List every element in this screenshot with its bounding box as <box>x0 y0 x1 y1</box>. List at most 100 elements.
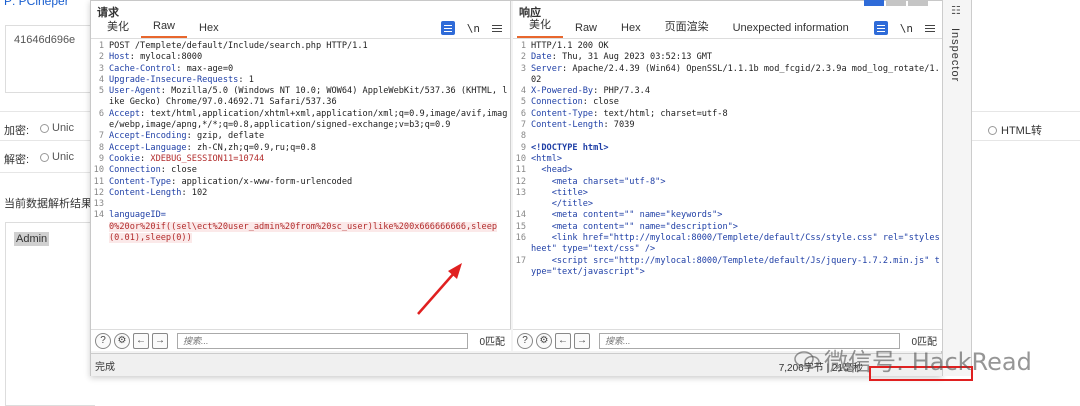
request-search-input[interactable] <box>177 332 469 349</box>
line-text: </title> <box>531 199 593 210</box>
wrap-lines-icon[interactable] <box>873 21 888 35</box>
hex-input[interactable]: 41646d696e <box>5 25 95 93</box>
html-radio[interactable]: HTML转 <box>988 122 1042 138</box>
header-value: text/html,application/xhtml+xml,applicat… <box>109 108 508 131</box>
code-line: 12 <meta charset="utf-8"> <box>513 177 943 188</box>
gear-icon[interactable]: ⚙ <box>536 332 552 349</box>
header-name: Upgrade-Insecure-Requests <box>109 74 239 85</box>
code-line: 8 Accept-Language: zh-CN,zh;q=0.9,ru;q=0.… <box>91 143 510 154</box>
line-text: <head> <box>531 165 572 176</box>
radio-icon <box>40 123 49 133</box>
code-line: 7 Content-Length: 7039 <box>513 120 943 131</box>
code-line: 17 <script src="http://mylocal:8000/Temp… <box>513 256 943 279</box>
line-text: Cookie: XDEBUG_SESSION11=10744 <box>109 153 265 164</box>
line-text: Server: Apache/2.4.39 (Win64) OpenSSL/1.… <box>531 63 940 85</box>
request-editor[interactable]: 1 POST /Templete/default/Include/search.p… <box>91 41 510 323</box>
newline-toggle[interactable]: \n <box>467 22 480 35</box>
header-value: text/html; charset=utf-8 <box>598 108 728 119</box>
menu-icon[interactable] <box>925 27 935 29</box>
line-text: X-Powered-By: PHP/7.3.4 <box>531 86 651 97</box>
header-name: Content-Type <box>531 108 594 119</box>
line-text: Content-Type: application/x-www-form-url… <box>109 176 353 187</box>
header-value: Mozilla/5.0 (Windows NT 10.0; WOW64) App… <box>109 86 508 108</box>
code-line: 5 Connection: close <box>513 97 943 108</box>
arrow-right-icon[interactable]: → <box>152 332 168 349</box>
code-line: 14 languageID= 0%20or%20if((sel\ect%20user… <box>91 210 510 244</box>
line-text: <html> <box>531 154 562 165</box>
tab-hex[interactable]: Hex <box>187 19 231 38</box>
line-number: 10 <box>93 165 104 176</box>
header-name: Content-Length <box>531 120 604 131</box>
html-source: </title> <box>531 199 594 210</box>
code-line: 6 Content-Type: text/html; charset=utf-8 <box>513 109 943 120</box>
inspector-sidebar[interactable]: ☷ Inspector <box>942 0 972 376</box>
result-output[interactable]: Admin <box>5 222 95 406</box>
line-number: 5 <box>98 86 104 97</box>
request-pane: 请求 美化 Raw Hex \n 1 POST /Templete/default… <box>91 1 511 351</box>
help-icon[interactable]: ? <box>517 332 533 349</box>
code-line: 3 Server: Apache/2.4.39 (Win64) OpenSSL/1… <box>513 64 943 87</box>
code-line: 16 <link href="http://mylocal:8000/Templ… <box>513 233 943 256</box>
request-match-count: 0匹配 <box>479 337 505 348</box>
html-source: <script src="http://mylocal:8000/Templet… <box>531 255 940 277</box>
header-name: Connection <box>109 165 161 176</box>
line-text: Upgrade-Insecure-Requests: 1 <box>109 74 254 85</box>
help-icon[interactable]: ? <box>95 332 111 349</box>
radio-icon <box>988 125 997 135</box>
plain-text: HTTP/1.1 200 OK <box>531 41 609 51</box>
plain-text: POST /Templete/default/Include/search.ph… <box>109 41 368 51</box>
line-number: 8 <box>520 131 526 142</box>
tab-raw[interactable]: Raw <box>563 19 609 38</box>
html-source: <meta content="" name="description"> <box>531 221 738 232</box>
menu-icon[interactable] <box>492 27 502 29</box>
line-number: 5 <box>520 97 526 108</box>
divider <box>972 111 1080 112</box>
html-source: <html> <box>531 153 563 164</box>
sql-payload: 0%20or%20if((sel\ect%20user_admin%20from… <box>109 221 498 244</box>
tab-render[interactable]: 页面渲染 <box>653 15 721 38</box>
code-line: 1 POST /Templete/default/Include/search.p… <box>91 41 510 52</box>
gear-icon[interactable]: ⚙ <box>114 332 130 349</box>
divider <box>0 172 95 173</box>
header-name: Accept-Language <box>109 142 187 153</box>
decrypt-unicode-radio[interactable]: Unic <box>40 151 74 163</box>
encrypt-unicode-radio[interactable]: Unic <box>40 122 74 134</box>
header-name: Connection <box>531 97 583 108</box>
code-line: 15 <meta content="" name="description"> <box>513 222 943 233</box>
wrap-lines-icon[interactable] <box>440 21 455 35</box>
tab-hex[interactable]: Hex <box>609 19 653 38</box>
tab-unexpected-info[interactable]: Unexpected information <box>721 19 861 38</box>
result-value: Admin <box>14 232 50 246</box>
arrow-right-icon[interactable]: → <box>574 332 590 349</box>
code-line: 2 Date: Thu, 31 Aug 2023 03:52:13 GMT <box>513 52 943 63</box>
tab-pretty[interactable]: 美化 <box>95 15 141 38</box>
tab-raw[interactable]: Raw <box>141 17 188 38</box>
response-editor[interactable]: 1 HTTP/1.1 200 OK 2 Date: Thu, 31 Aug 2023 … <box>513 41 943 323</box>
layout-split-icon[interactable] <box>864 0 884 6</box>
line-number: 1 <box>98 41 104 51</box>
header-name: Accept <box>109 108 141 119</box>
decrypt-label: 解密: <box>4 154 30 166</box>
code-line: 4 Upgrade-Insecure-Requests: 1 <box>91 75 510 86</box>
html-source: <!DOCTYPE html> <box>531 142 609 153</box>
layout-horizontal-icon[interactable] <box>886 0 906 6</box>
layout-vertical-icon[interactable] <box>908 0 928 6</box>
page-title: P: PCiheper <box>4 0 69 8</box>
line-number: 1 <box>520 41 526 51</box>
header-name: Accept-Encoding <box>109 131 187 142</box>
arrow-left-icon[interactable]: ← <box>133 332 149 349</box>
tab-pretty[interactable]: 美化 <box>517 13 563 38</box>
header-name: Date <box>531 52 552 63</box>
line-text: Accept-Encoding: gzip, deflate <box>109 131 265 142</box>
header-value: Thu, 31 Aug 2023 03:52:13 GMT <box>556 52 713 63</box>
code-line: 8 <box>513 131 943 142</box>
code-line: 1 HTTP/1.1 200 OK <box>513 41 943 52</box>
code-line: 11 <head> <box>513 165 943 176</box>
layout-toggle <box>864 0 928 6</box>
line-text: <meta charset="utf-8"> <box>531 177 666 188</box>
line-text: User-Agent: Mozilla/5.0 (Windows NT 10.0… <box>109 86 508 108</box>
newline-toggle[interactable]: \n <box>900 22 913 35</box>
line-number: 12 <box>515 176 526 187</box>
arrow-left-icon[interactable]: ← <box>555 332 571 349</box>
code-line: 4 X-Powered-By: PHP/7.3.4 <box>513 86 943 97</box>
